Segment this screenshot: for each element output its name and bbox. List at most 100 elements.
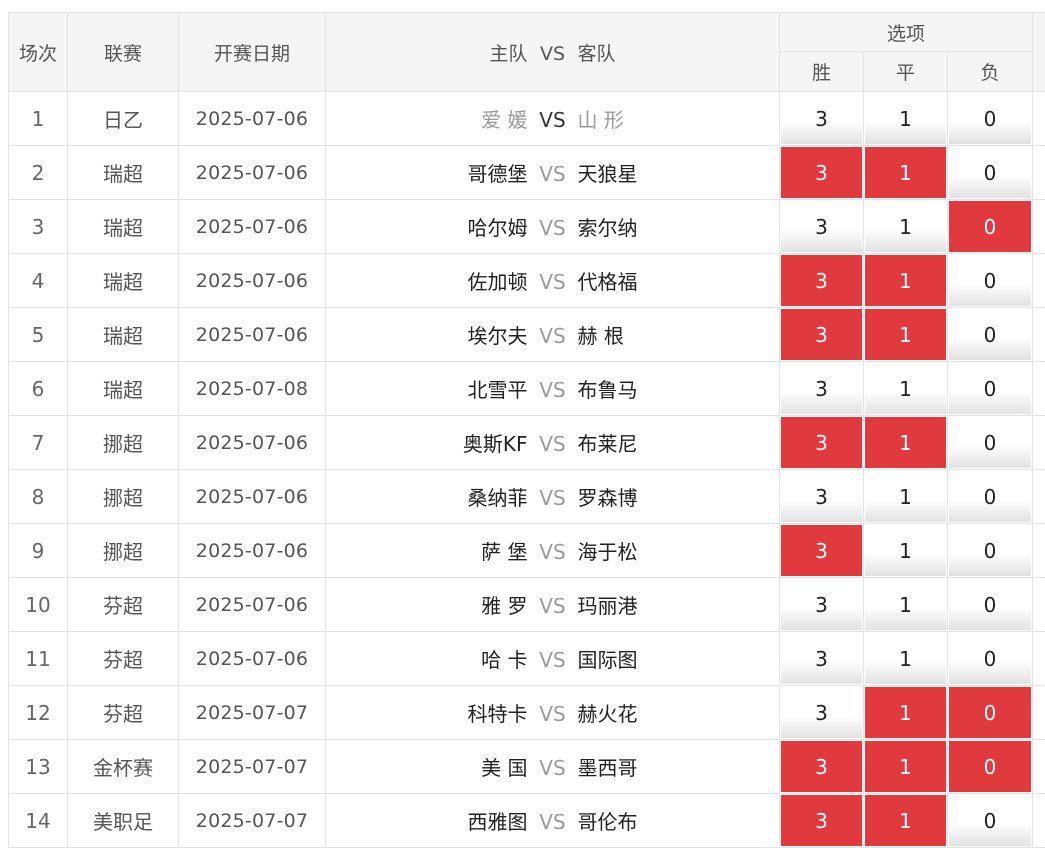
vs-label: VS bbox=[539, 810, 566, 834]
option-lose-button[interactable]: 0 bbox=[949, 579, 1032, 630]
row-match: 哈尔姆 VS 索尔纳 bbox=[325, 199, 780, 254]
option-draw-button[interactable]: 1 bbox=[865, 363, 946, 414]
option-lose-button[interactable]: 0 bbox=[949, 93, 1032, 144]
option-lose-button[interactable]: 0 bbox=[949, 525, 1032, 576]
option-lose-button[interactable]: 0 bbox=[949, 255, 1032, 306]
option-cell-draw: 1 bbox=[863, 631, 948, 686]
option-draw-button[interactable]: 1 bbox=[865, 93, 946, 144]
option-lose-button[interactable]: 0 bbox=[949, 471, 1032, 522]
option-draw-button[interactable]: 1 bbox=[865, 147, 946, 198]
option-cell-win: 3 bbox=[779, 91, 864, 146]
option-win-button[interactable]: 3 bbox=[781, 633, 862, 684]
option-lose-button[interactable]: 0 bbox=[949, 417, 1032, 468]
row-date: 2025-07-06 bbox=[178, 469, 326, 524]
option-lose-button[interactable]: 0 bbox=[949, 633, 1032, 684]
option-cell-win: 3 bbox=[779, 253, 864, 308]
option-draw-button[interactable]: 1 bbox=[865, 579, 946, 630]
option-win-button[interactable]: 3 bbox=[781, 93, 862, 144]
option-win-button[interactable]: 3 bbox=[781, 687, 862, 738]
header-league: 联赛 bbox=[67, 12, 179, 92]
vs-label: VS bbox=[539, 648, 566, 672]
option-lose-button[interactable]: 0 bbox=[949, 147, 1032, 198]
row-number: 12 bbox=[8, 685, 68, 740]
option-cell-win: 3 bbox=[779, 415, 864, 470]
option-win-button[interactable]: 3 bbox=[781, 255, 862, 306]
away-team: 代格福 bbox=[577, 270, 638, 294]
header-away: 客队 bbox=[577, 42, 616, 65]
row-match: 科特卡 VS 赫火花 bbox=[325, 685, 780, 740]
away-team: 布莱尼 bbox=[577, 432, 638, 456]
option-win-button[interactable]: 3 bbox=[781, 471, 862, 522]
option-win-button[interactable]: 3 bbox=[781, 201, 862, 252]
option-lose-button[interactable]: 0 bbox=[949, 363, 1032, 414]
row-date: 2025-07-06 bbox=[178, 415, 326, 470]
option-draw-button[interactable]: 1 bbox=[865, 309, 946, 360]
row-match: 桑纳菲 VS 罗森博 bbox=[325, 469, 780, 524]
option-win-button[interactable]: 3 bbox=[781, 579, 862, 630]
option-draw-button[interactable]: 1 bbox=[865, 255, 946, 306]
table-row: 7 挪超 2025-07-06 奥斯KF VS 布莱尼 3 1 0 bbox=[8, 415, 1045, 470]
option-lose-button[interactable]: 0 bbox=[949, 687, 1032, 738]
option-draw-button[interactable]: 1 bbox=[865, 525, 946, 576]
row-league: 美职足 bbox=[67, 793, 179, 848]
header-vs: VS bbox=[539, 42, 566, 65]
away-team: 罗森博 bbox=[577, 486, 638, 510]
row-date: 2025-07-08 bbox=[178, 361, 326, 416]
row-tail bbox=[1032, 91, 1045, 146]
table-body: 1 日乙 2025-07-06 爱 媛 VS 山 形 3 1 0 2 瑞超 2025-07-06 哥德堡… bbox=[8, 91, 1045, 848]
option-draw-button[interactable]: 1 bbox=[865, 795, 946, 846]
option-draw-button[interactable]: 1 bbox=[865, 417, 946, 468]
row-match: 佐加顿 VS 代格福 bbox=[325, 253, 780, 308]
row-match: 埃尔夫 VS 赫 根 bbox=[325, 307, 780, 362]
row-match: 西雅图 VS 哥伦布 bbox=[325, 793, 780, 848]
vs-label: VS bbox=[539, 702, 566, 726]
row-date: 2025-07-06 bbox=[178, 199, 326, 254]
option-cell-win: 3 bbox=[779, 469, 864, 524]
table-row: 12 芬超 2025-07-07 科特卡 VS 赫火花 3 1 0 bbox=[8, 685, 1045, 740]
vs-label: VS bbox=[539, 756, 566, 780]
away-team: 布鲁马 bbox=[577, 378, 638, 402]
option-draw-button[interactable]: 1 bbox=[865, 687, 946, 738]
option-lose-button[interactable]: 0 bbox=[949, 741, 1032, 792]
option-win-button[interactable]: 3 bbox=[781, 525, 862, 576]
row-date: 2025-07-06 bbox=[178, 631, 326, 686]
option-cell-draw: 1 bbox=[863, 415, 948, 470]
row-date: 2025-07-07 bbox=[178, 685, 326, 740]
row-date: 2025-07-06 bbox=[178, 253, 326, 308]
option-draw-button[interactable]: 1 bbox=[865, 471, 946, 522]
option-draw-button[interactable]: 1 bbox=[865, 741, 946, 792]
table-row: 2 瑞超 2025-07-06 哥德堡 VS 天狼星 3 1 0 bbox=[8, 145, 1045, 200]
option-cell-lose: 0 bbox=[946, 307, 1034, 362]
row-league: 瑞超 bbox=[67, 307, 179, 362]
home-team: 雅 罗 bbox=[481, 594, 528, 618]
table-row: 1 日乙 2025-07-06 爱 媛 VS 山 形310 bbox=[8, 91, 1045, 146]
option-cell-lose: 0 bbox=[946, 577, 1034, 632]
option-win-button[interactable]: 3 bbox=[781, 363, 862, 414]
option-win-button[interactable]: 3 bbox=[781, 309, 862, 360]
option-lose-button[interactable]: 0 bbox=[949, 309, 1032, 360]
option-win-button[interactable]: 3 bbox=[781, 417, 862, 468]
option-cell-win: 3 bbox=[779, 145, 864, 200]
away-team: 海于松 bbox=[577, 540, 638, 564]
option-cell-draw: 1 bbox=[863, 469, 948, 524]
row-tail bbox=[1032, 577, 1045, 632]
home-team: 北雪平 bbox=[467, 378, 528, 402]
option-win-button[interactable]: 3 bbox=[781, 147, 862, 198]
home-team: 埃尔夫 bbox=[467, 324, 528, 348]
option-cell-draw: 1 bbox=[863, 91, 948, 146]
row-date: 2025-07-06 bbox=[178, 145, 326, 200]
option-win-button[interactable]: 3 bbox=[781, 795, 862, 846]
option-cell-lose: 0 bbox=[946, 631, 1034, 686]
option-lose-button[interactable]: 0 bbox=[949, 201, 1032, 252]
home-team: 哥德堡 bbox=[467, 162, 528, 186]
option-cell-draw: 1 bbox=[863, 307, 948, 362]
option-lose-button[interactable]: 0 bbox=[949, 795, 1032, 846]
row-number: 10 bbox=[8, 577, 68, 632]
option-draw-button[interactable]: 1 bbox=[865, 201, 946, 252]
option-cell-draw: 1 bbox=[863, 685, 948, 740]
option-win-button[interactable]: 3 bbox=[781, 741, 862, 792]
vs-label: VS bbox=[539, 162, 566, 186]
option-draw-button[interactable]: 1 bbox=[865, 633, 946, 684]
row-match: 哈 卡 VS 国际图 bbox=[325, 631, 780, 686]
row-date: 2025-07-06 bbox=[178, 307, 326, 362]
